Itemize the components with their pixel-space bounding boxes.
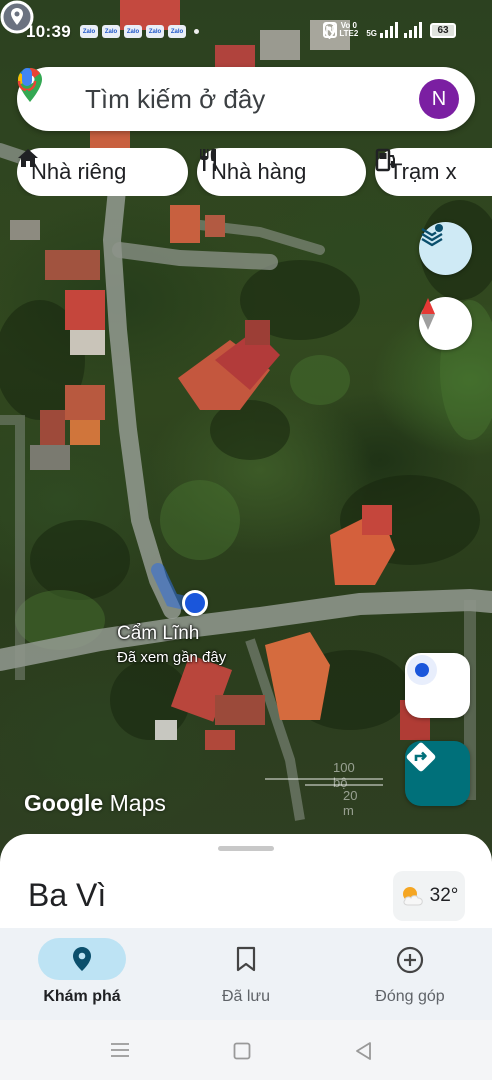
- zalo-icon: Zalo: [80, 25, 98, 38]
- region-title: Ba Vì: [28, 877, 107, 913]
- layers-icon: [421, 224, 443, 247]
- nav-saved[interactable]: Đã lưu: [164, 928, 328, 1020]
- signal-icon: 5G: [366, 22, 422, 38]
- search-bar[interactable]: Tìm kiếm ở đây N: [17, 67, 475, 131]
- bottom-navigation: Khám phá Đã lưu Đóng góp: [0, 928, 492, 1020]
- system-navigation-bar: [0, 1020, 492, 1080]
- explore-pin-icon: [73, 947, 91, 971]
- chip-gas-station-label: Trạm x: [389, 159, 457, 184]
- category-chips: Nhà riêng Nhà hàng Trạm x: [17, 148, 492, 196]
- nav-contribute[interactable]: Đóng góp: [328, 928, 492, 1020]
- weather-chip[interactable]: 32°: [393, 871, 465, 921]
- directions-icon: [406, 742, 436, 772]
- map-view[interactable]: 10:39 Zalo Zalo Zalo Zalo Zalo Vo 0 LTE2…: [0, 0, 492, 850]
- zalo-icon: Zalo: [146, 25, 164, 38]
- chip-home[interactable]: Nhà riêng: [17, 148, 188, 196]
- search-input[interactable]: Tìm kiếm ở đây: [85, 84, 265, 115]
- chip-home-label: Nhà riêng: [31, 159, 127, 184]
- layers-button[interactable]: [419, 222, 472, 275]
- compass-icon: [421, 298, 435, 330]
- account-avatar[interactable]: N: [419, 79, 459, 119]
- compass-button[interactable]: [419, 297, 472, 350]
- weather-temperature: 32°: [429, 885, 459, 906]
- bottom-sheet[interactable]: Ba Vì 32°: [0, 834, 492, 934]
- zalo-icon: Zalo: [102, 25, 120, 38]
- nav-contribute-label: Đóng góp: [375, 988, 445, 1005]
- bookmark-icon: [236, 946, 256, 972]
- status-bar: 10:39 Zalo Zalo Zalo Zalo Zalo Vo 0 LTE2…: [0, 0, 492, 62]
- chip-gas-station[interactable]: Trạm x: [375, 148, 492, 196]
- home-square-icon[interactable]: [233, 1042, 251, 1060]
- chip-restaurant[interactable]: Nhà hàng: [197, 148, 366, 196]
- current-location-dot: [182, 590, 208, 616]
- status-indicators: Vo 0 LTE2 5G 63: [323, 21, 456, 39]
- battery-icon: 63: [430, 22, 456, 38]
- chip-restaurant-label: Nhà hàng: [211, 159, 307, 184]
- partly-cloudy-icon: [402, 887, 423, 906]
- recents-menu-icon[interactable]: [110, 1042, 130, 1058]
- more-notifications-dot-icon: [194, 29, 199, 34]
- place-label[interactable]: Cẩm Lĩnh: [117, 623, 199, 645]
- sheet-drag-handle[interactable]: [218, 846, 274, 851]
- gas-station-icon: [375, 148, 395, 172]
- google-maps-logo: Google Maps: [24, 790, 166, 816]
- my-location-icon: [407, 655, 437, 685]
- restaurant-icon: [200, 149, 216, 171]
- my-location-button[interactable]: [405, 653, 470, 718]
- add-circle-icon: [396, 946, 424, 974]
- zalo-icon: Zalo: [168, 25, 186, 38]
- home-icon: [18, 149, 38, 167]
- nav-explore-label: Khám phá: [43, 988, 121, 1005]
- place-sublabel: Đã xem gần đây: [117, 649, 227, 666]
- zalo-icon: Zalo: [124, 25, 142, 38]
- nav-explore[interactable]: Khám phá: [0, 928, 164, 1020]
- microphone-icon[interactable]: [17, 67, 37, 99]
- network-type: Vo 0 LTE2: [339, 21, 359, 38]
- notification-icons: Zalo Zalo Zalo Zalo Zalo: [80, 25, 199, 38]
- back-triangle-icon[interactable]: [354, 1041, 372, 1061]
- saved-place-marker-icon[interactable]: [0, 0, 34, 38]
- directions-button[interactable]: [405, 741, 470, 806]
- nav-saved-label: Đã lưu: [221, 988, 271, 1005]
